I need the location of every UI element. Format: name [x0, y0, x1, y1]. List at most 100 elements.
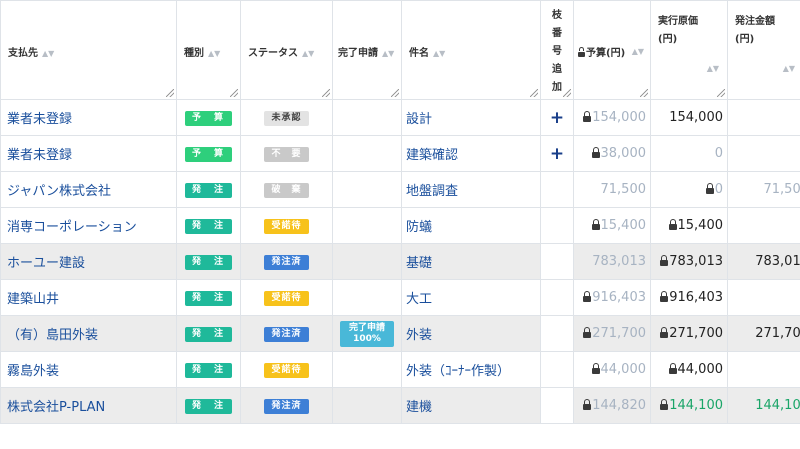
- subject-link[interactable]: 外装: [401, 315, 541, 352]
- completion-badge[interactable]: 完了申請 100%: [340, 320, 394, 347]
- budget-cell: 71,500: [573, 171, 651, 208]
- subject-link[interactable]: 建機: [401, 387, 541, 424]
- kind-badge: 予 算: [185, 147, 232, 162]
- add-branch-cell: +: [540, 135, 574, 172]
- resize-grip-icon[interactable]: [391, 89, 399, 97]
- status-badge: 受諾待: [264, 291, 309, 306]
- subject-link[interactable]: 大工: [401, 279, 541, 316]
- add-branch-cell: [540, 279, 574, 316]
- header-cost-unit: (円): [658, 34, 678, 45]
- resize-grip-icon[interactable]: [563, 89, 571, 97]
- kind-badge: 発 注: [185, 291, 232, 306]
- lock-icon: [583, 111, 592, 122]
- header-kind-label: 種別: [184, 48, 204, 59]
- sort-icon[interactable]: ▲▼: [433, 49, 445, 58]
- header-status[interactable]: ステータス ▲▼: [240, 0, 333, 100]
- lock-icon: [583, 291, 592, 302]
- sort-icon[interactable]: ▲▼: [783, 64, 795, 73]
- resize-grip-icon[interactable]: [230, 89, 238, 97]
- completion-cell: [332, 207, 402, 244]
- vendor-link[interactable]: 建築山井: [0, 279, 177, 316]
- sort-icon[interactable]: ▲▼: [382, 49, 394, 58]
- add-branch-cell: [540, 243, 574, 280]
- order-cell: [727, 279, 800, 316]
- add-branch-cell: [540, 315, 574, 352]
- add-branch-cell: [540, 171, 574, 208]
- completion-cell: [332, 135, 402, 172]
- resize-grip-icon[interactable]: [166, 89, 174, 97]
- header-order[interactable]: 発注金額 (円) ▲▼: [727, 0, 800, 100]
- lock-icon: [660, 291, 669, 302]
- vendor-link[interactable]: ホーユー建設: [0, 243, 177, 280]
- header-order-unit: (円): [735, 34, 755, 45]
- kind-badge: 発 注: [185, 183, 232, 198]
- header-subject[interactable]: 件名 ▲▼: [401, 0, 541, 100]
- completion-cell: [332, 99, 402, 136]
- vendor-link[interactable]: 業者未登録: [0, 135, 177, 172]
- vendor-link[interactable]: ジャパン株式会社: [0, 171, 177, 208]
- plus-icon[interactable]: +: [550, 144, 564, 164]
- budget-cell: 44,000: [573, 351, 651, 388]
- header-cost[interactable]: 実行原価 (円) ▲▼: [650, 0, 728, 100]
- cost-cell: 916,403: [650, 279, 728, 316]
- resize-grip-icon[interactable]: [530, 89, 538, 97]
- cost-cell: 0: [650, 171, 728, 208]
- add-branch-cell: [540, 351, 574, 388]
- completion-cell: [332, 351, 402, 388]
- subject-link[interactable]: 防蟻: [401, 207, 541, 244]
- plus-icon[interactable]: +: [550, 108, 564, 128]
- kind-badge: 発 注: [185, 327, 232, 342]
- lock-icon: [583, 327, 592, 338]
- vendor-link[interactable]: 霧島外装: [0, 351, 177, 388]
- resize-grip-icon[interactable]: [322, 89, 330, 97]
- table-row: ホーユー建設 発 注 発注済 基礎 783,013 783,013 783,01…: [0, 243, 800, 280]
- add-branch-cell: +: [540, 99, 574, 136]
- status-badge: 発注済: [264, 327, 309, 342]
- completion-cell: [332, 387, 402, 424]
- table-row: 消専コーポレーション 発 注 受諾待 防蟻 15,400 15,400: [0, 207, 800, 244]
- vendor-link[interactable]: 消専コーポレーション: [0, 207, 177, 244]
- cost-cell: 144,100: [650, 387, 728, 424]
- cost-cell: 0: [650, 135, 728, 172]
- order-cell: 71,500: [727, 171, 800, 208]
- kind-badge: 発 注: [185, 363, 232, 378]
- add-branch-cell: [540, 387, 574, 424]
- order-cell: [727, 99, 800, 136]
- sort-icon[interactable]: ▲▼: [42, 49, 54, 58]
- header-budget[interactable]: 予算(円) ▲▼: [573, 0, 651, 100]
- lock-icon: [660, 255, 669, 266]
- order-cell: 144,100: [727, 387, 800, 424]
- status-badge: 未承認: [264, 111, 309, 126]
- lock-icon: [660, 327, 669, 338]
- header-branch[interactable]: 枝番号追加: [540, 0, 574, 100]
- table-row: 霧島外装 発 注 受諾待 外装（ｺｰﾅｰ作製） 44,000 44,000: [0, 351, 800, 388]
- lock-icon: [583, 399, 592, 410]
- status-badge: 受諾待: [264, 363, 309, 378]
- sort-icon[interactable]: ▲▼: [302, 49, 314, 58]
- header-branch-label: 枝番号追加: [552, 10, 562, 93]
- vendor-link[interactable]: 株式会社P-PLAN: [0, 387, 177, 424]
- vendor-link[interactable]: 業者未登録: [0, 99, 177, 136]
- lock-icon: [591, 219, 600, 230]
- order-cell: [727, 351, 800, 388]
- subject-link[interactable]: 設計: [401, 99, 541, 136]
- header-completion[interactable]: 完了申請 ▲▼: [332, 0, 402, 100]
- subject-link[interactable]: 外装（ｺｰﾅｰ作製）: [401, 351, 541, 388]
- cost-cell: 783,013: [650, 243, 728, 280]
- header-order-label: 発注金額: [735, 16, 775, 27]
- sort-icon[interactable]: ▲▼: [707, 64, 719, 73]
- sort-icon[interactable]: ▲▼: [208, 49, 220, 58]
- budget-cell: 783,013: [573, 243, 651, 280]
- header-vendor[interactable]: 支払先 ▲▼: [0, 0, 177, 100]
- sort-icon[interactable]: ▲▼: [632, 47, 644, 56]
- status-badge: 不 要: [264, 147, 309, 162]
- subject-link[interactable]: 基礎: [401, 243, 541, 280]
- header-kind[interactable]: 種別 ▲▼: [176, 0, 241, 100]
- table-row: 業者未登録 予 算 未承認 設計 + 154,000 154,000: [0, 99, 800, 136]
- subject-link[interactable]: 地盤調査: [401, 171, 541, 208]
- subject-link[interactable]: 建築確認: [401, 135, 541, 172]
- resize-grip-icon[interactable]: [717, 89, 725, 97]
- vendor-link[interactable]: （有）島田外装: [0, 315, 177, 352]
- resize-grip-icon[interactable]: [640, 89, 648, 97]
- lock-icon: [705, 183, 714, 194]
